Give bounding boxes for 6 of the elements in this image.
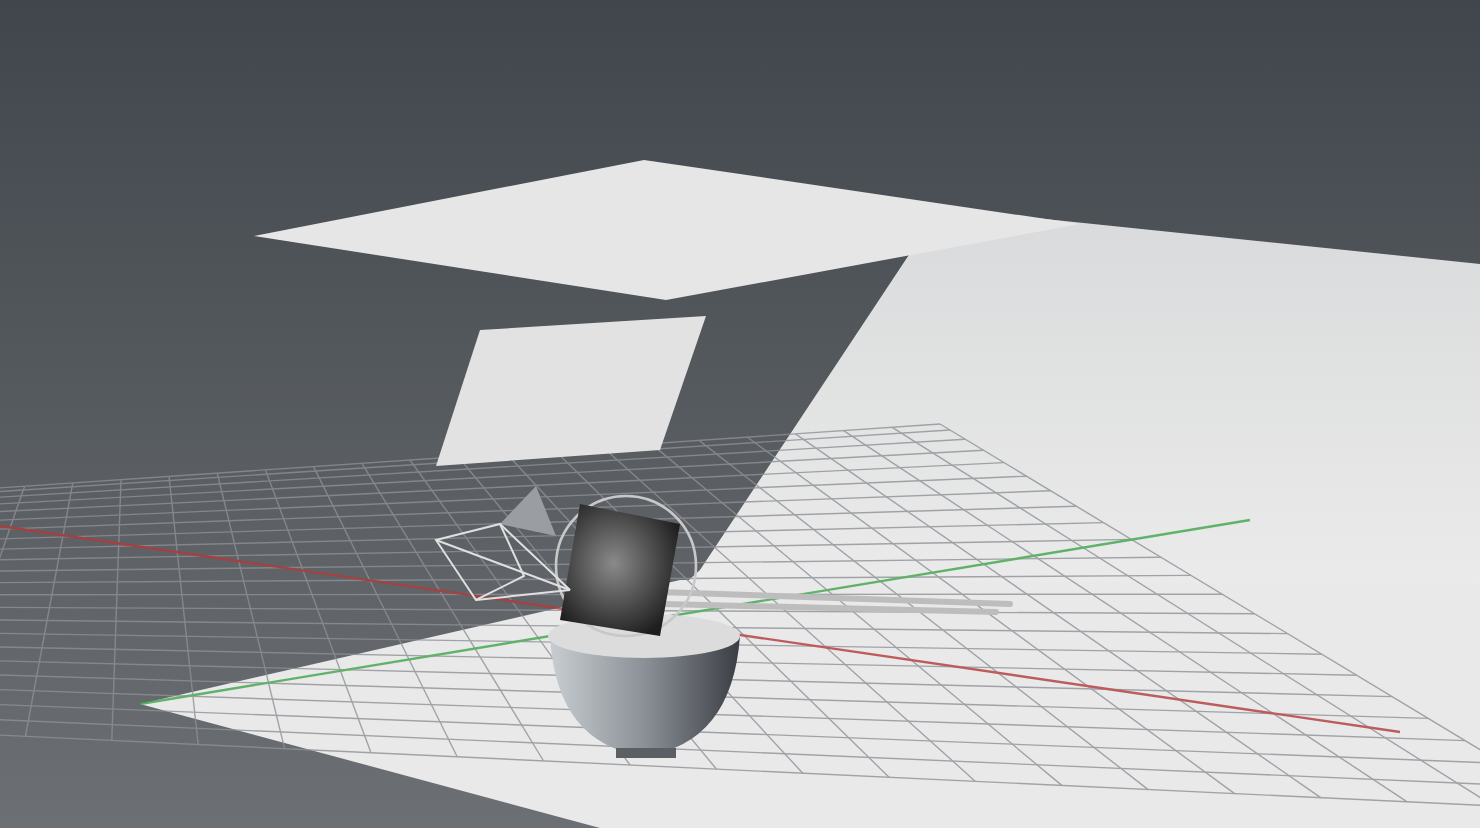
- viewport-canvas[interactable]: [0, 0, 1480, 828]
- light-sphere-drawing[interactable]: [554, 494, 698, 638]
- bowl-drawing[interactable]: [548, 614, 740, 758]
- light-panel[interactable]: [254, 160, 1080, 300]
- reflector-card[interactable]: [436, 316, 706, 466]
- camera-wireframe-icon[interactable]: [434, 522, 571, 602]
